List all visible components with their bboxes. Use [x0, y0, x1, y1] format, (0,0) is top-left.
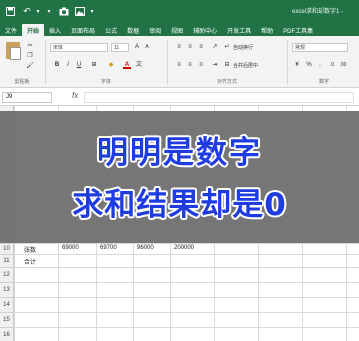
indent-icon[interactable]: ⇥	[211, 61, 219, 69]
caption-line-2: 求和结果却是0	[72, 187, 287, 223]
tab-help[interactable]: 帮助	[256, 24, 278, 36]
undo-icon[interactable]: ↶	[22, 5, 32, 17]
row-header-10[interactable]: 10	[0, 243, 14, 254]
title-bar: ↶ ▾ ▾ ▾ excel求和却数字1 -	[0, 0, 359, 22]
phonetic-icon[interactable]: 文	[135, 61, 143, 69]
row-header-16[interactable]: 16	[0, 327, 14, 341]
align-top-icon[interactable]: ≡	[175, 43, 183, 51]
merge-icon[interactable]: ⊟	[223, 61, 231, 69]
window-title: excel求和却数字1 -	[292, 9, 344, 15]
cell-label-zhangshu[interactable]: 张数	[24, 245, 36, 254]
tab-review[interactable]: 审阅	[144, 24, 166, 36]
clipboard-group: ✂ ❐ 🖌 剪贴板	[0, 38, 44, 86]
decrease-decimal-icon[interactable]: .00	[339, 61, 347, 69]
format-painter-icon[interactable]: 🖌	[26, 62, 34, 70]
comma-button[interactable]: ,	[316, 61, 324, 69]
image-icon[interactable]	[74, 5, 85, 17]
tab-page-layout[interactable]: 页面布局	[66, 24, 100, 36]
row-header-15[interactable]: 15	[0, 312, 14, 327]
currency-icon[interactable]: ¥	[293, 61, 301, 69]
fill-color-icon[interactable]: ◆	[107, 61, 115, 69]
tab-home[interactable]: 开始	[22, 24, 45, 36]
tab-developer[interactable]: 开发工具	[222, 24, 256, 36]
formula-input[interactable]	[84, 92, 354, 103]
borders-icon[interactable]: ⊞	[90, 61, 98, 69]
font-name-select[interactable]: 宋体	[50, 43, 108, 52]
wrap-text-button[interactable]: 自动换行	[233, 44, 253, 51]
align-bottom-icon[interactable]: ≡	[197, 43, 205, 51]
copy-icon[interactable]: ❐	[26, 52, 34, 60]
cell-value[interactable]: 69700	[100, 245, 117, 251]
italic-button[interactable]: I	[64, 61, 72, 69]
number-group: 常规 ¥ % , .0 .00 数字	[289, 38, 359, 86]
grid-line	[0, 297, 359, 298]
cell-value[interactable]: 200000	[174, 245, 194, 251]
tab-data[interactable]: 数据	[122, 24, 144, 36]
clipboard-label: 剪贴板	[14, 79, 30, 85]
cell-label-total[interactable]: 合计	[24, 257, 36, 266]
underline-button[interactable]: U	[75, 61, 83, 69]
font-color-button[interactable]: A	[123, 61, 131, 69]
tab-formulas[interactable]: 公式	[100, 24, 122, 36]
bold-button[interactable]: B	[53, 61, 61, 69]
cut-icon[interactable]: ✂	[26, 42, 34, 50]
ribbon-tabs: 文件 开始 插入 页面布局 公式 数据 审阅 视图 辅助中心 开发工具 帮助 P…	[0, 22, 359, 36]
undo-dropdown-icon[interactable]: ▾	[34, 5, 42, 17]
cell-value[interactable]: 96000	[137, 245, 154, 251]
number-group-label: 数字	[318, 79, 329, 85]
paste-icon[interactable]	[6, 42, 21, 60]
ribbon-divider	[167, 40, 168, 84]
row-header-14[interactable]: 14	[0, 297, 14, 312]
font-group-label: 字体	[100, 79, 111, 85]
tab-view[interactable]: 视图	[166, 24, 188, 36]
tab-help-center[interactable]: 辅助中心	[188, 24, 222, 36]
grow-font-icon[interactable]: A	[133, 43, 141, 51]
percent-button[interactable]: %	[305, 61, 313, 69]
redo-icon[interactable]: ▾	[45, 5, 53, 17]
customize-quick-access-icon[interactable]: ▾	[88, 5, 96, 17]
ribbon-divider	[45, 40, 46, 84]
grid-line	[0, 282, 359, 283]
shrink-font-icon[interactable]: A	[143, 43, 151, 51]
grid-line	[0, 312, 359, 313]
row-header-12[interactable]: 12	[0, 267, 14, 282]
align-middle-icon[interactable]: ≡	[186, 43, 194, 51]
camera-icon[interactable]	[58, 5, 69, 17]
caption-line-1: 明明是数字	[97, 135, 262, 171]
increase-decimal-icon[interactable]: .0	[328, 61, 336, 69]
save-icon[interactable]	[5, 5, 15, 17]
ribbon-divider	[287, 40, 288, 84]
grid-line	[0, 267, 359, 268]
align-left-icon[interactable]: ≡	[175, 61, 183, 69]
tab-insert[interactable]: 插入	[44, 24, 66, 36]
cell-value[interactable]: 69000	[62, 245, 79, 251]
ribbon: ✂ ❐ 🖌 剪贴板 宋体 11 A A B I U ⊞ ◆ A 文 字体 ≡ ≡…	[0, 36, 359, 88]
row-header-13[interactable]: 13	[0, 282, 14, 297]
name-box[interactable]: J9	[2, 92, 52, 103]
tab-pdf-tools[interactable]: PDF工具集	[278, 24, 318, 36]
caption-overlay: 明明是数字 求和结果却是0	[0, 111, 359, 243]
grid-line	[0, 254, 359, 255]
row-header-11[interactable]: 11	[0, 254, 14, 267]
wrap-text-icon[interactable]: ↵	[223, 43, 231, 51]
number-format-select[interactable]: 常规	[292, 43, 348, 52]
alignment-group: ≡ ≡ ≡ ↗ ↵ 自动换行 ≡ ≡ ≡ ⇥ ⊟ 合并后居中 对齐方式	[169, 38, 285, 86]
align-right-icon[interactable]: ≡	[197, 61, 205, 69]
grid-line	[0, 243, 359, 244]
formula-bar: J9 fx	[0, 88, 359, 106]
font-size-select[interactable]: 11	[111, 43, 129, 52]
font-group: 宋体 11 A A B I U ⊞ ◆ A 文 字体	[47, 38, 165, 86]
orientation-icon[interactable]: ↗	[211, 43, 219, 51]
fx-icon[interactable]: fx	[72, 91, 78, 100]
align-center-icon[interactable]: ≡	[186, 61, 194, 69]
merge-center-button[interactable]: 合并后居中	[233, 62, 258, 69]
alignment-group-label: 对齐方式	[216, 79, 237, 85]
tab-file[interactable]: 文件	[0, 24, 22, 36]
grid-line	[0, 327, 359, 328]
